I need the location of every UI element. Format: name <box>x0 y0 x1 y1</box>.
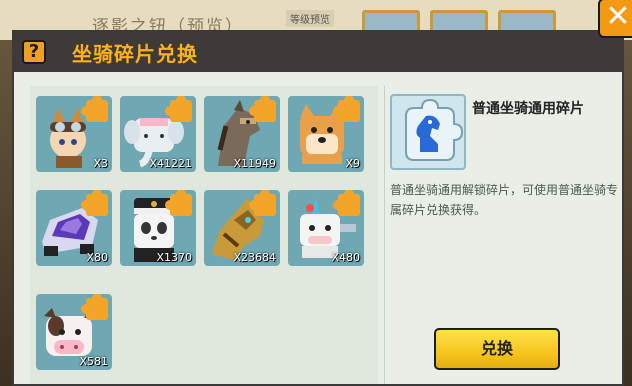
puzzle-piece-icon <box>81 190 108 216</box>
background-level-preview-tag: 等级预览 <box>286 10 334 27</box>
item-count: X581 <box>79 355 108 368</box>
item-tile-racing-car[interactable]: X80 <box>36 190 112 266</box>
item-count: X80 <box>86 251 108 264</box>
knight-puzzle-icon <box>405 98 464 161</box>
selected-fragment-description: 普通坐骑通用解锁碎片，可使用普通坐骑专属碎片兑换获得。 <box>390 183 619 217</box>
panel-divider <box>384 86 385 384</box>
selected-fragment-name: 普通坐骑通用碎片 <box>472 101 584 117</box>
item-count: X41221 <box>149 157 192 170</box>
item-tile-elephant[interactable]: X41221 <box>120 96 196 172</box>
puzzle-piece-icon <box>81 294 108 320</box>
item-tile-cow[interactable]: X581 <box>36 294 112 370</box>
fragment-exchange-dialog: ? 坐骑碎片兑换 X3 X41221 X11949 X9 X80 X1370 X… <box>12 30 624 386</box>
item-tile-horse[interactable]: X11949 <box>204 96 280 172</box>
puzzle-piece-icon <box>165 96 192 122</box>
dialog-title: 坐骑碎片兑换 <box>72 42 198 66</box>
selected-fragment-icon <box>390 94 466 170</box>
close-x-icon[interactable]: ✕ <box>598 0 632 38</box>
item-tile-unicorn-cow[interactable]: X480 <box>288 190 364 266</box>
dialog-header: ? 坐骑碎片兑换 <box>14 32 622 72</box>
item-count: X480 <box>331 251 360 264</box>
puzzle-piece-icon <box>249 96 276 122</box>
puzzle-piece-icon <box>249 190 276 216</box>
item-count: X23684 <box>233 251 276 264</box>
item-count: X11949 <box>233 157 276 170</box>
puzzle-piece-icon <box>165 190 192 216</box>
puzzle-piece-icon <box>333 96 360 122</box>
item-tile-golden-mech[interactable]: X23684 <box>204 190 280 266</box>
item-count: X3 <box>93 157 108 170</box>
puzzle-piece-icon <box>333 190 360 216</box>
item-tile-shiba[interactable]: X9 <box>288 96 364 172</box>
item-grid: X3 X41221 X11949 X9 X80 X1370 X23684 X48… <box>30 86 378 384</box>
puzzle-piece-icon <box>81 96 108 122</box>
item-count: X1370 <box>156 251 192 264</box>
item-count: X9 <box>345 157 360 170</box>
item-tile-panda-captain[interactable]: X1370 <box>120 190 196 266</box>
question-icon[interactable]: ? <box>22 40 46 64</box>
item-tile-fox-aviator[interactable]: X3 <box>36 96 112 172</box>
exchange-button[interactable]: 兑换 <box>434 328 560 370</box>
